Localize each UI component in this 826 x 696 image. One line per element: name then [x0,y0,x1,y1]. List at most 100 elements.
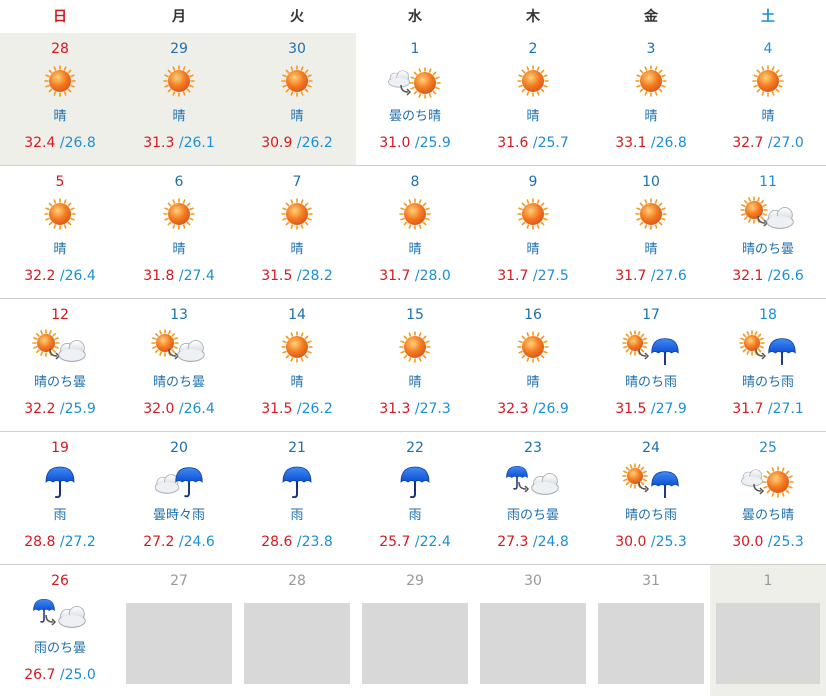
low-temp: /25.7 [532,135,569,151]
high-temp: 32.3 [497,401,529,417]
weather-label: 雨のち曇 [506,508,559,523]
day-number: 9 [528,174,538,190]
calendar-day-empty: 28 [238,565,356,696]
day-number: 19 [51,440,69,456]
temperature: 30.0 /25.3 [592,534,710,550]
calendar-day: 15 晴 31.3 /27.3 [356,299,474,432]
high-temp: 28.6 [261,534,293,550]
calendar-day: 2 晴 31.6 /25.7 [474,33,592,166]
calendar-day: 5 晴 32.2 /26.4 [0,166,120,299]
low-temp: /25.0 [59,667,96,683]
calendar-day: 28 晴 32.4 /26.8 [0,33,120,166]
row-divider [0,165,826,166]
cloud-then-sun-icon [738,462,798,498]
high-temp: 31.8 [143,268,175,284]
day-number: 2 [528,41,538,57]
low-temp: /27.1 [767,401,804,417]
weekday-header: 日 [53,9,67,25]
high-temp: 32.4 [24,135,56,151]
day-number: 11 [759,174,777,190]
day-number: 3 [646,41,656,57]
day-number: 20 [170,440,188,456]
calendar-day: 18 晴のち雨 31.7 /27.1 [710,299,826,432]
day-number: 14 [288,307,306,323]
temperature: 31.7 /27.1 [710,401,826,417]
low-temp: /26.4 [59,268,96,284]
temperature: 31.0 /25.9 [356,135,474,151]
weekday-header: 木 [526,9,540,25]
temperature: 31.5 /28.2 [238,268,356,284]
umbrella-icon [267,462,327,499]
low-temp: /27.0 [767,135,804,151]
calendar-day-empty: 31 [592,565,710,696]
temperature: 31.6 /25.7 [474,135,592,151]
low-temp: /25.3 [767,534,804,550]
temperature: 32.0 /26.4 [120,401,238,417]
sun-then-rain-icon [621,462,681,502]
sun-icon [738,63,798,99]
low-temp: /24.6 [178,534,215,550]
high-temp: 31.7 [497,268,529,284]
calendar-day: 3 晴 33.1 /26.8 [592,33,710,166]
umbrella-icon [385,462,445,499]
high-temp: 31.3 [143,135,175,151]
temperature: 27.2 /24.6 [120,534,238,550]
weather-label: 雨 [290,508,304,523]
empty-day-box [716,603,820,684]
low-temp: /24.8 [532,534,569,550]
weather-label: 晴 [408,242,422,257]
day-number: 21 [288,440,306,456]
weather-label: 晴 [644,109,658,124]
high-temp: 31.7 [379,268,411,284]
day-number: 27 [170,573,188,589]
temperature: 31.7 /28.0 [356,268,474,284]
empty-day-box [480,603,586,684]
low-temp: /23.8 [296,534,333,550]
sun-icon [30,63,90,99]
high-temp: 31.5 [615,401,647,417]
calendar-day: 9 晴 31.7 /27.5 [474,166,592,299]
sun-icon [30,196,90,232]
weather-label: 曇のち晴 [741,508,794,523]
sun-icon [267,329,327,365]
high-temp: 30.0 [615,534,647,550]
low-temp: /25.9 [59,401,96,417]
temperature: 31.3 /26.1 [120,135,238,151]
day-number: 24 [642,440,660,456]
temperature: 28.6 /23.8 [238,534,356,550]
weather-label: 晴のち曇 [33,375,86,390]
temperature: 31.8 /27.4 [120,268,238,284]
row-divider [0,298,826,299]
day-number: 5 [55,174,65,190]
calendar-day: 4 晴 32.7 /27.0 [710,33,826,166]
sun-icon [385,329,445,365]
weather-label: 晴のち雨 [624,508,677,523]
weekday-header: 月 [172,9,186,25]
high-temp: 31.7 [615,268,647,284]
high-temp: 32.2 [24,268,56,284]
weather-label: 晴のち雨 [741,375,794,390]
weather-label: 晴 [408,375,422,390]
day-number: 13 [170,307,188,323]
temperature: 30.0 /25.3 [710,534,826,550]
temperature: 26.7 /25.0 [0,667,120,683]
row-divider [0,564,826,565]
day-number: 22 [406,440,424,456]
empty-day-box [362,603,468,684]
weather-label: 曇のち晴 [388,109,441,124]
day-number: 30 [524,573,542,589]
high-temp: 31.5 [261,268,293,284]
low-temp: /26.1 [178,135,215,151]
low-temp: /25.9 [414,135,451,151]
weather-label: 晴 [526,375,540,390]
day-number: 26 [51,573,69,589]
calendar-day-empty: 1 [710,565,826,696]
sun-icon [267,63,327,99]
low-temp: /26.9 [532,401,569,417]
day-number: 4 [763,41,773,57]
calendar-day: 10 晴 31.7 /27.6 [592,166,710,299]
weekday-header: 土 [761,9,775,25]
calendar-day-empty: 27 [120,565,238,696]
temperature: 32.3 /26.9 [474,401,592,417]
high-temp: 32.2 [24,401,56,417]
